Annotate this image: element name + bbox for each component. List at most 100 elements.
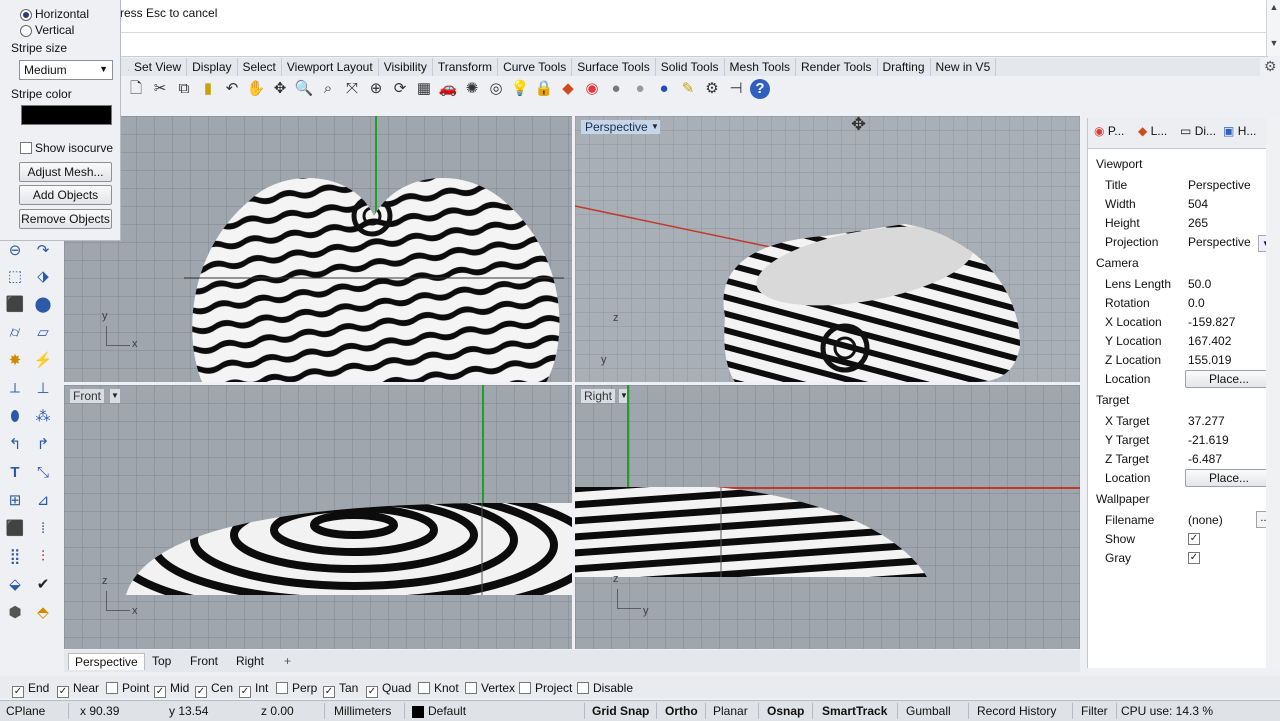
blue-sphere-icon[interactable]: ● (654, 79, 674, 99)
osnap-knot[interactable]: Knot (418, 681, 459, 695)
osnap-point-checkbox[interactable] (106, 682, 118, 694)
fillet-tool-icon[interactable]: ↰ (4, 434, 26, 456)
tab-visibility[interactable]: Visibility (379, 58, 433, 76)
snap-icon[interactable]: ⊣ (726, 79, 746, 99)
ortho-toggle[interactable]: Ortho (665, 703, 698, 719)
osnap-cen-checkbox[interactable]: ✓ (195, 686, 207, 698)
scale-tool-icon[interactable]: ⤡ (32, 462, 54, 484)
material-sphere-icon[interactable]: ● (606, 79, 626, 99)
ruler-tool-icon[interactable]: ⦙ (32, 518, 54, 540)
z-location-field[interactable]: 155.019 (1188, 353, 1231, 367)
width-field[interactable]: 504 (1188, 197, 1208, 211)
remove-objects-button[interactable]: Remove Objects (19, 209, 112, 229)
target-icon[interactable]: ◎ (486, 79, 506, 99)
add-objects-button[interactable]: Add Objects (19, 185, 112, 205)
grid-snap-toggle[interactable]: Grid Snap (592, 703, 649, 719)
camera-place-button[interactable]: Place... (1185, 370, 1273, 388)
show-isocurve-checkbox[interactable] (20, 142, 32, 154)
osnap-int[interactable]: ✓ Int (239, 681, 268, 698)
layer-icon[interactable]: ◆ (558, 79, 578, 99)
tab-front[interactable]: Front (184, 653, 224, 669)
height-field[interactable]: 265 (1188, 216, 1208, 230)
units-label[interactable]: Millimeters (334, 703, 391, 719)
command-scrollbar[interactable]: ▲ ▼ (1266, 0, 1280, 56)
mesh-tool-icon[interactable]: ▱ (32, 322, 54, 344)
tab-properties[interactable]: ◉ P... (1094, 124, 1124, 138)
car-icon[interactable]: 🚗 (438, 79, 458, 99)
add-viewport-tab-icon[interactable]: + (278, 653, 297, 669)
viewport-front[interactable]: Front ▼ z x (64, 385, 572, 649)
tab-perspective[interactable]: Perspective (68, 653, 145, 670)
explode-tool-icon[interactable]: ✸ (4, 350, 26, 372)
title-field[interactable]: Perspective (1188, 178, 1251, 192)
cplane-label[interactable]: CPlane (6, 703, 45, 719)
cylinder-tool-icon[interactable]: ⌭ (4, 322, 26, 344)
planar-toggle[interactable]: Planar (713, 703, 748, 719)
cut-icon[interactable]: ✂ (150, 79, 170, 99)
new-icon[interactable]: 🗋 (126, 79, 146, 99)
zoom-icon[interactable]: 🔍 (294, 79, 314, 99)
points-tool-icon[interactable]: ⁂ (32, 406, 54, 428)
osnap-mid[interactable]: ✓ Mid (154, 681, 189, 698)
osnap-end[interactable]: ✓ End (12, 681, 49, 698)
adjust-mesh-button[interactable]: Adjust Mesh... (19, 162, 112, 182)
tab-display-panel[interactable]: ▭ Di... (1180, 124, 1216, 138)
offset-tool-icon[interactable]: ↱ (32, 434, 54, 456)
tab-mesh-tools[interactable]: Mesh Tools (725, 58, 797, 76)
zoom-window-icon[interactable]: ⌕ (318, 79, 338, 99)
osnap-quad-checkbox[interactable]: ✓ (366, 686, 378, 698)
osnap-toggle[interactable]: Osnap (767, 703, 804, 719)
osnap-point[interactable]: Point (106, 681, 149, 695)
zoom-extents-icon[interactable]: ⤧ (342, 79, 362, 99)
scroll-up-icon[interactable]: ▲ (1267, 0, 1280, 14)
gear-icon[interactable]: ⚙ (702, 79, 722, 99)
grey-sphere-icon[interactable]: ● (630, 79, 650, 99)
trim-tool-icon[interactable]: ⟂ (4, 378, 26, 400)
osnap-project-checkbox[interactable] (519, 682, 531, 694)
text-tool-icon[interactable]: T (4, 462, 26, 484)
undo-icon[interactable]: ↶ (222, 79, 242, 99)
osnap-cen[interactable]: ✓ Cen (195, 681, 233, 698)
osnap-vertex-checkbox[interactable] (465, 682, 477, 694)
tab-render-tools[interactable]: Render Tools (796, 58, 878, 76)
tab-surface-tools[interactable]: Surface Tools (572, 58, 656, 76)
tab-drafting[interactable]: Drafting (878, 58, 931, 76)
osnap-vertex[interactable]: Vertex (465, 681, 515, 695)
help-icon[interactable]: ? (750, 79, 770, 99)
color-wheel-icon[interactable]: ◉ (582, 79, 602, 99)
osnap-near-checkbox[interactable]: ✓ (57, 686, 69, 698)
dimension-tool-icon[interactable]: ⊿ (32, 490, 54, 512)
command-prompt-input[interactable] (120, 32, 1266, 53)
vertical-radio[interactable] (20, 25, 32, 37)
osnap-knot-checkbox[interactable] (418, 682, 430, 694)
show-checkbox[interactable]: ✓ (1188, 533, 1200, 545)
filename-field[interactable]: (none) (1188, 513, 1223, 527)
arc-tool-icon[interactable]: ↷ (32, 240, 54, 262)
tab-top[interactable]: Top (146, 653, 177, 669)
viewport-perspective[interactable]: Perspective ▼ z y ✥ (575, 116, 1080, 382)
stripe-color-swatch[interactable] (21, 105, 112, 125)
surface-tool-icon[interactable]: ⬗ (32, 266, 54, 288)
tab-layers[interactable]: ◆ L... (1138, 124, 1167, 138)
z-target-field[interactable]: -6.487 (1188, 452, 1222, 466)
osnap-mid-checkbox[interactable]: ✓ (154, 686, 166, 698)
options-icon[interactable]: ✎ (678, 79, 698, 99)
projection-select[interactable]: Perspective (1188, 235, 1251, 249)
circle-tool-icon[interactable]: ⊖ (4, 240, 26, 262)
copy-icon[interactable]: ⧉ (174, 79, 194, 99)
pan-icon[interactable]: ✋ (246, 79, 266, 99)
rectangle-tool-icon[interactable]: ⬚ (4, 266, 26, 288)
osnap-perp[interactable]: Perp (276, 681, 317, 695)
layer-name[interactable]: Default (428, 703, 466, 719)
array-tool-icon[interactable]: ⊞ (4, 490, 26, 512)
sphere-tool-icon[interactable]: ⬤ (32, 294, 54, 316)
boolean-tool-icon[interactable]: ⚡ (32, 350, 54, 372)
tab-transform[interactable]: Transform (433, 58, 499, 76)
osnap-disable[interactable]: Disable (577, 681, 633, 695)
gumball-toggle[interactable]: Gumball (906, 703, 951, 719)
render-icon[interactable]: ✺ (462, 79, 482, 99)
tab-right[interactable]: Right (230, 653, 270, 669)
viewport-top[interactable]: y x (64, 116, 572, 382)
render-tool-icon[interactable]: ⬘ (32, 602, 54, 624)
group-tool-icon[interactable]: ⬮ (4, 406, 26, 428)
